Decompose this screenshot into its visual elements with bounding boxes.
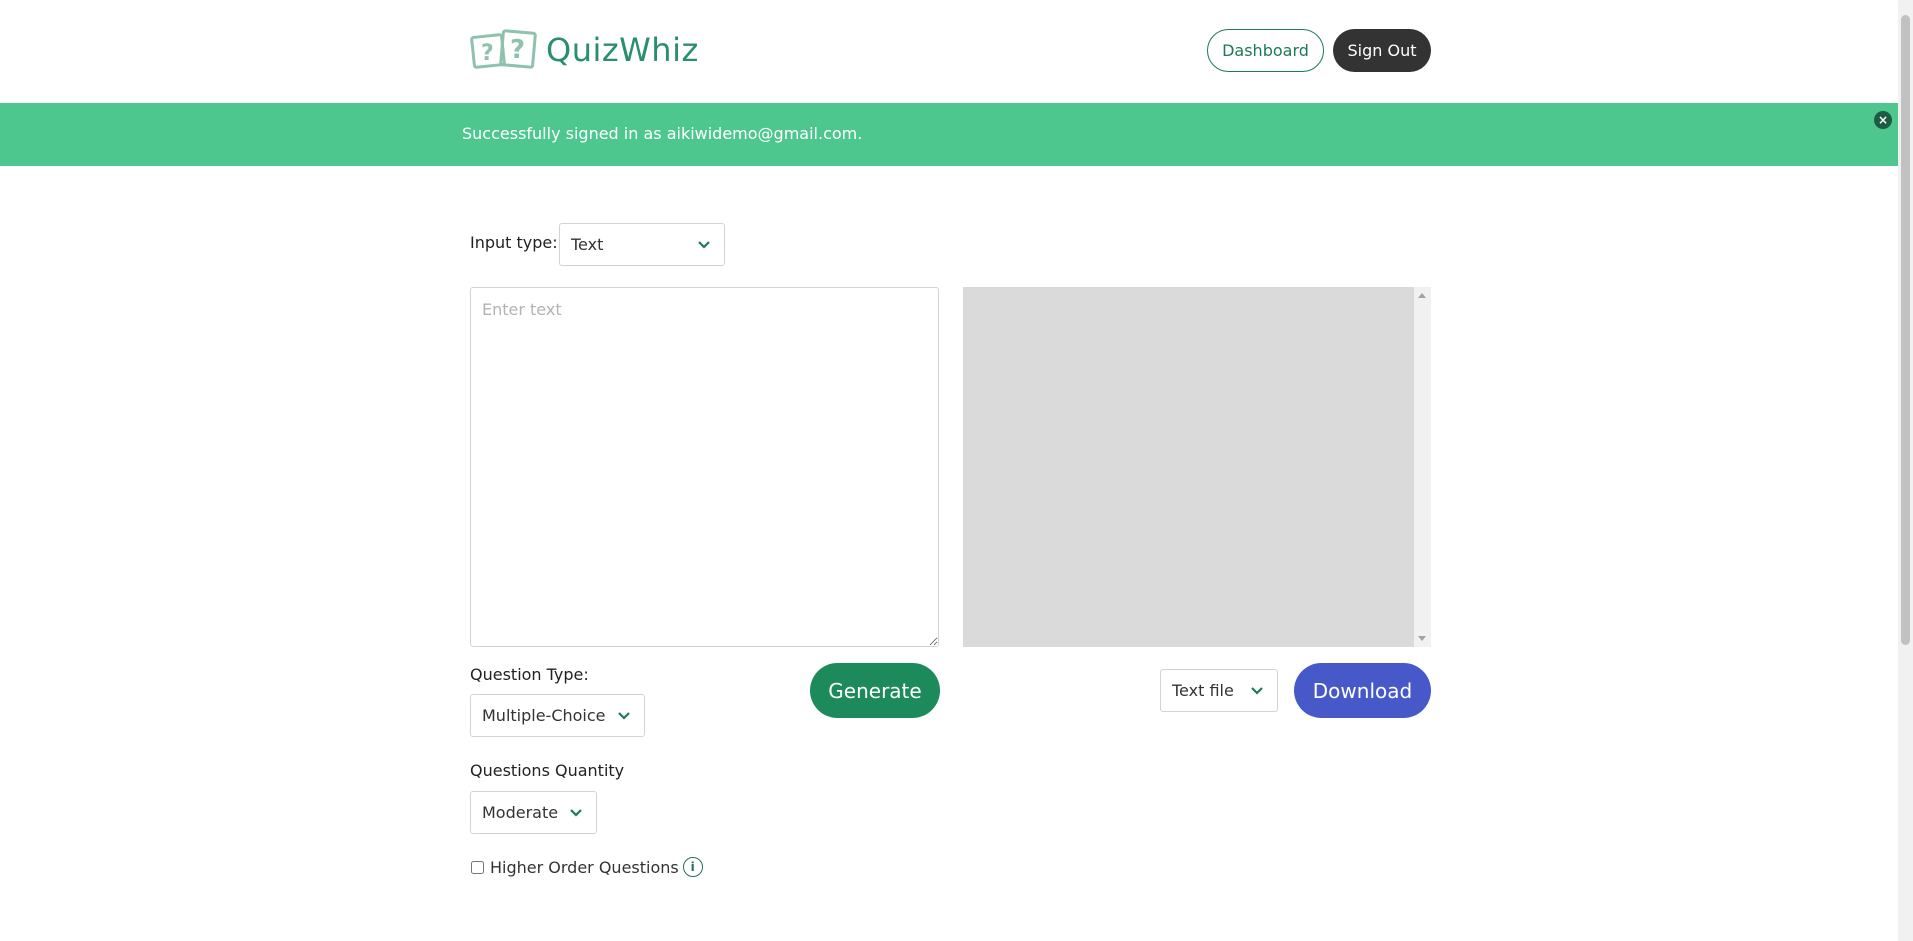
dashboard-button[interactable]: Dashboard bbox=[1207, 29, 1324, 72]
logo-text: QuizWhiz bbox=[546, 31, 699, 69]
output-format-select[interactable]: Text file bbox=[1160, 669, 1278, 712]
input-type-label: Input type: bbox=[470, 233, 558, 252]
question-type-select[interactable]: Multiple-Choice bbox=[470, 694, 645, 737]
chevron-down-icon bbox=[698, 240, 710, 249]
higher-order-checkbox[interactable] bbox=[471, 860, 484, 874]
chevron-down-icon bbox=[570, 808, 582, 817]
higher-order-label[interactable]: Higher Order Questions bbox=[490, 858, 679, 877]
scroll-down-icon[interactable] bbox=[1418, 636, 1426, 641]
output-panel[interactable] bbox=[963, 287, 1431, 647]
chevron-down-icon bbox=[618, 711, 630, 720]
questions-quantity-select[interactable]: Moderate bbox=[470, 791, 597, 834]
question-type-label: Question Type: bbox=[470, 665, 589, 684]
sign-out-button[interactable]: Sign Out bbox=[1333, 29, 1431, 72]
download-button[interactable]: Download bbox=[1294, 663, 1431, 718]
page-scrollbar-thumb[interactable] bbox=[1901, 15, 1910, 645]
scroll-up-icon[interactable] bbox=[1418, 293, 1426, 298]
output-format-value: Text file bbox=[1172, 681, 1234, 700]
question-type-value: Multiple-Choice bbox=[482, 706, 606, 725]
info-icon[interactable]: i bbox=[682, 857, 703, 877]
page-scrollbar[interactable] bbox=[1898, 0, 1913, 941]
page: ? ? QuizWhiz Dashboard Sign Out Successf… bbox=[0, 0, 1898, 941]
output-scrollbar[interactable] bbox=[1414, 287, 1431, 647]
input-type-select[interactable]: Text bbox=[559, 223, 725, 266]
text-input[interactable] bbox=[470, 287, 939, 647]
questions-quantity-label: Questions Quantity bbox=[470, 761, 625, 780]
generate-button[interactable]: Generate bbox=[810, 663, 940, 718]
close-icon[interactable]: × bbox=[1874, 111, 1892, 129]
svg-text:?: ? bbox=[510, 35, 525, 65]
flash-message: Successfully signed in as aikiwidemo@gma… bbox=[462, 124, 863, 143]
svg-text:?: ? bbox=[481, 41, 494, 66]
questions-quantity-value: Moderate bbox=[482, 803, 559, 822]
header: ? ? QuizWhiz Dashboard Sign Out bbox=[0, 0, 1898, 103]
higher-order-row: Higher Order Questions i bbox=[470, 857, 703, 877]
input-type-value: Text bbox=[571, 235, 604, 254]
logo[interactable]: ? ? QuizWhiz bbox=[470, 28, 699, 72]
chevron-down-icon bbox=[1251, 686, 1263, 695]
question-cards-icon: ? ? bbox=[470, 29, 537, 69]
success-flash-banner: Successfully signed in as aikiwidemo@gma… bbox=[0, 103, 1898, 166]
